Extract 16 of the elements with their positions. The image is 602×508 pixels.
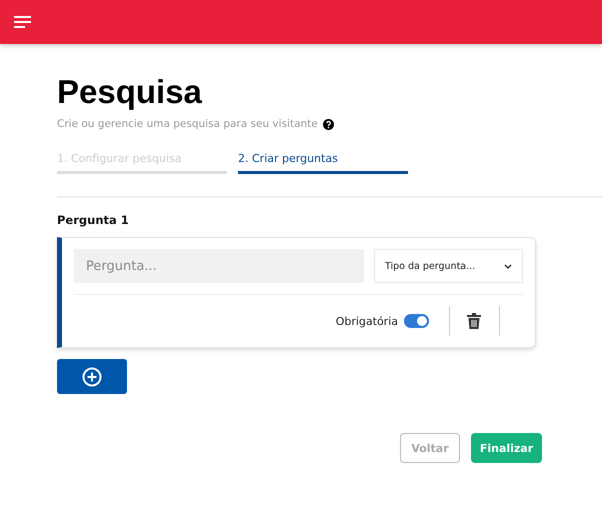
trash-icon[interactable] [467,313,481,329]
question-input[interactable]: Pergunta... [74,249,364,283]
add-question-button[interactable] [57,359,127,394]
page-title: Pesquisa [57,72,203,112]
chevron-down-icon [504,264,512,268]
step-tab[interactable]: 2. Criar perguntas [238,152,408,174]
back-button[interactable]: Voltar [400,433,460,463]
plus-circle-icon [82,366,102,386]
question-type-select[interactable]: Tipo da pergunta... [374,249,523,283]
question-heading: Pergunta 1 [57,213,130,227]
required-toggle[interactable] [404,314,429,328]
finish-button[interactable]: Finalizar [471,433,542,463]
page-subtitle: Crie ou gerencie uma pesquisa para seu visitante [57,118,318,130]
required-label: Obrigatória [336,314,398,328]
menu-icon[interactable] [14,16,31,28]
help-icon[interactable] [322,118,334,130]
